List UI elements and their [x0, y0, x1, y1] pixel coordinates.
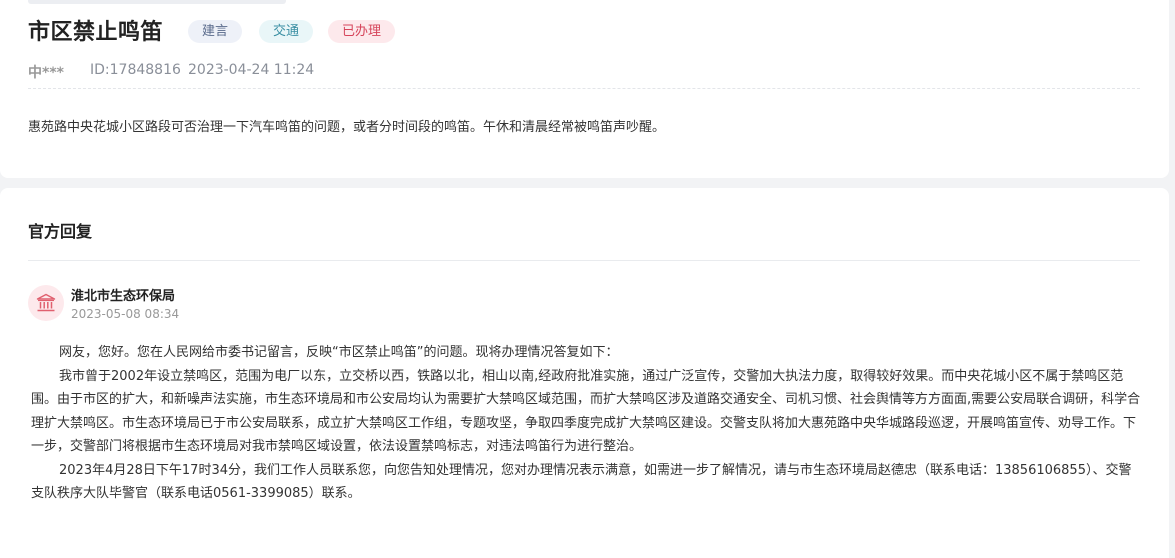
tag-traffic[interactable]: 交通: [259, 20, 314, 43]
divider: [28, 88, 1140, 89]
reply-paragraph: 2023年4月28日下午17时34分，我们工作人员联系您，向您告知处理情况，您对…: [31, 462, 1132, 502]
petition-id: ID:17848816: [90, 62, 181, 78]
reply-body: 网友，您好。您在人民网给市委书记留言，反映“市区禁止鸣笛”的问题。现将办理情况答…: [31, 341, 1141, 506]
header-remnant: [28, 0, 286, 4]
reply-paragraph: 网友，您好。您在人民网给市委书记留言，反映“市区禁止鸣笛”的问题。现将办理情况答…: [59, 345, 619, 360]
department-avatar: [28, 285, 64, 321]
reply-paragraph: 我市曾于2002年设立禁鸣区，范围为电厂以东，立交桥以西，铁路以北，相山以南,经…: [31, 368, 1141, 455]
reply-date: 2023-05-08 08:34: [71, 307, 180, 321]
petition-card: 市区禁止鸣笛 建言 交通 已办理 中*** ID:17848816 2023-0…: [0, 0, 1169, 178]
petition-title: 市区禁止鸣笛: [28, 20, 164, 45]
tag-suggestion[interactable]: 建言: [188, 20, 243, 43]
petition-content: 惠苑路中央花城小区路段可否治理一下汽车鸣笛的问题，或者分时间段的鸣笛。午休和清晨…: [28, 120, 666, 135]
official-reply-card: 官方回复 淮北市生态环保局 2023-05-08 08:34 网友，您好。您在人…: [0, 188, 1169, 558]
department-name[interactable]: 淮北市生态环保局: [71, 285, 175, 304]
government-building-icon: [36, 293, 56, 312]
author-name: 中***: [28, 65, 64, 81]
status-badge: 已办理: [328, 20, 396, 43]
petition-datetime: 2023-04-24 11:24: [188, 62, 315, 78]
divider: [28, 260, 1140, 261]
reply-section-title: 官方回复: [28, 222, 93, 241]
